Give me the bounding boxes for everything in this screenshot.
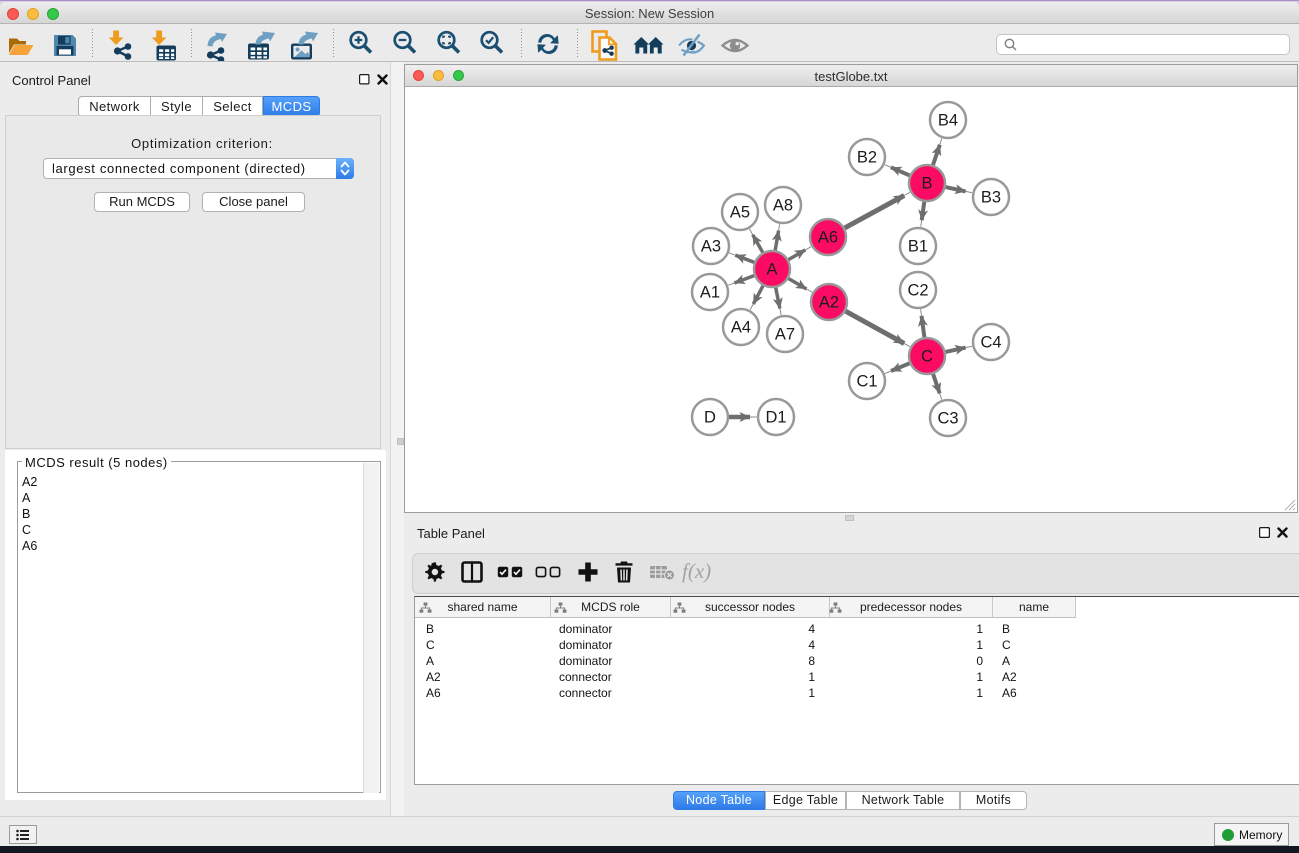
- svg-text:D1: D1: [765, 409, 786, 427]
- svg-text:B2: B2: [857, 149, 877, 167]
- svg-text:C: C: [921, 348, 933, 366]
- svg-text:C4: C4: [980, 334, 1001, 352]
- svg-text:C2: C2: [907, 282, 928, 300]
- svg-text:A8: A8: [773, 197, 793, 215]
- svg-text:D: D: [704, 409, 716, 427]
- svg-text:A3: A3: [701, 238, 721, 256]
- svg-text:C3: C3: [937, 410, 958, 428]
- svg-text:A2: A2: [819, 294, 839, 312]
- svg-text:A1: A1: [700, 284, 720, 302]
- svg-text:B4: B4: [938, 112, 958, 130]
- svg-text:B1: B1: [908, 238, 928, 256]
- svg-text:A: A: [766, 261, 777, 279]
- svg-text:A7: A7: [775, 326, 795, 344]
- svg-text:C1: C1: [856, 373, 877, 391]
- svg-text:A5: A5: [730, 204, 750, 222]
- svg-text:B: B: [921, 175, 932, 193]
- svg-text:A6: A6: [818, 229, 838, 247]
- svg-text:B3: B3: [981, 189, 1001, 207]
- svg-text:A4: A4: [731, 319, 751, 337]
